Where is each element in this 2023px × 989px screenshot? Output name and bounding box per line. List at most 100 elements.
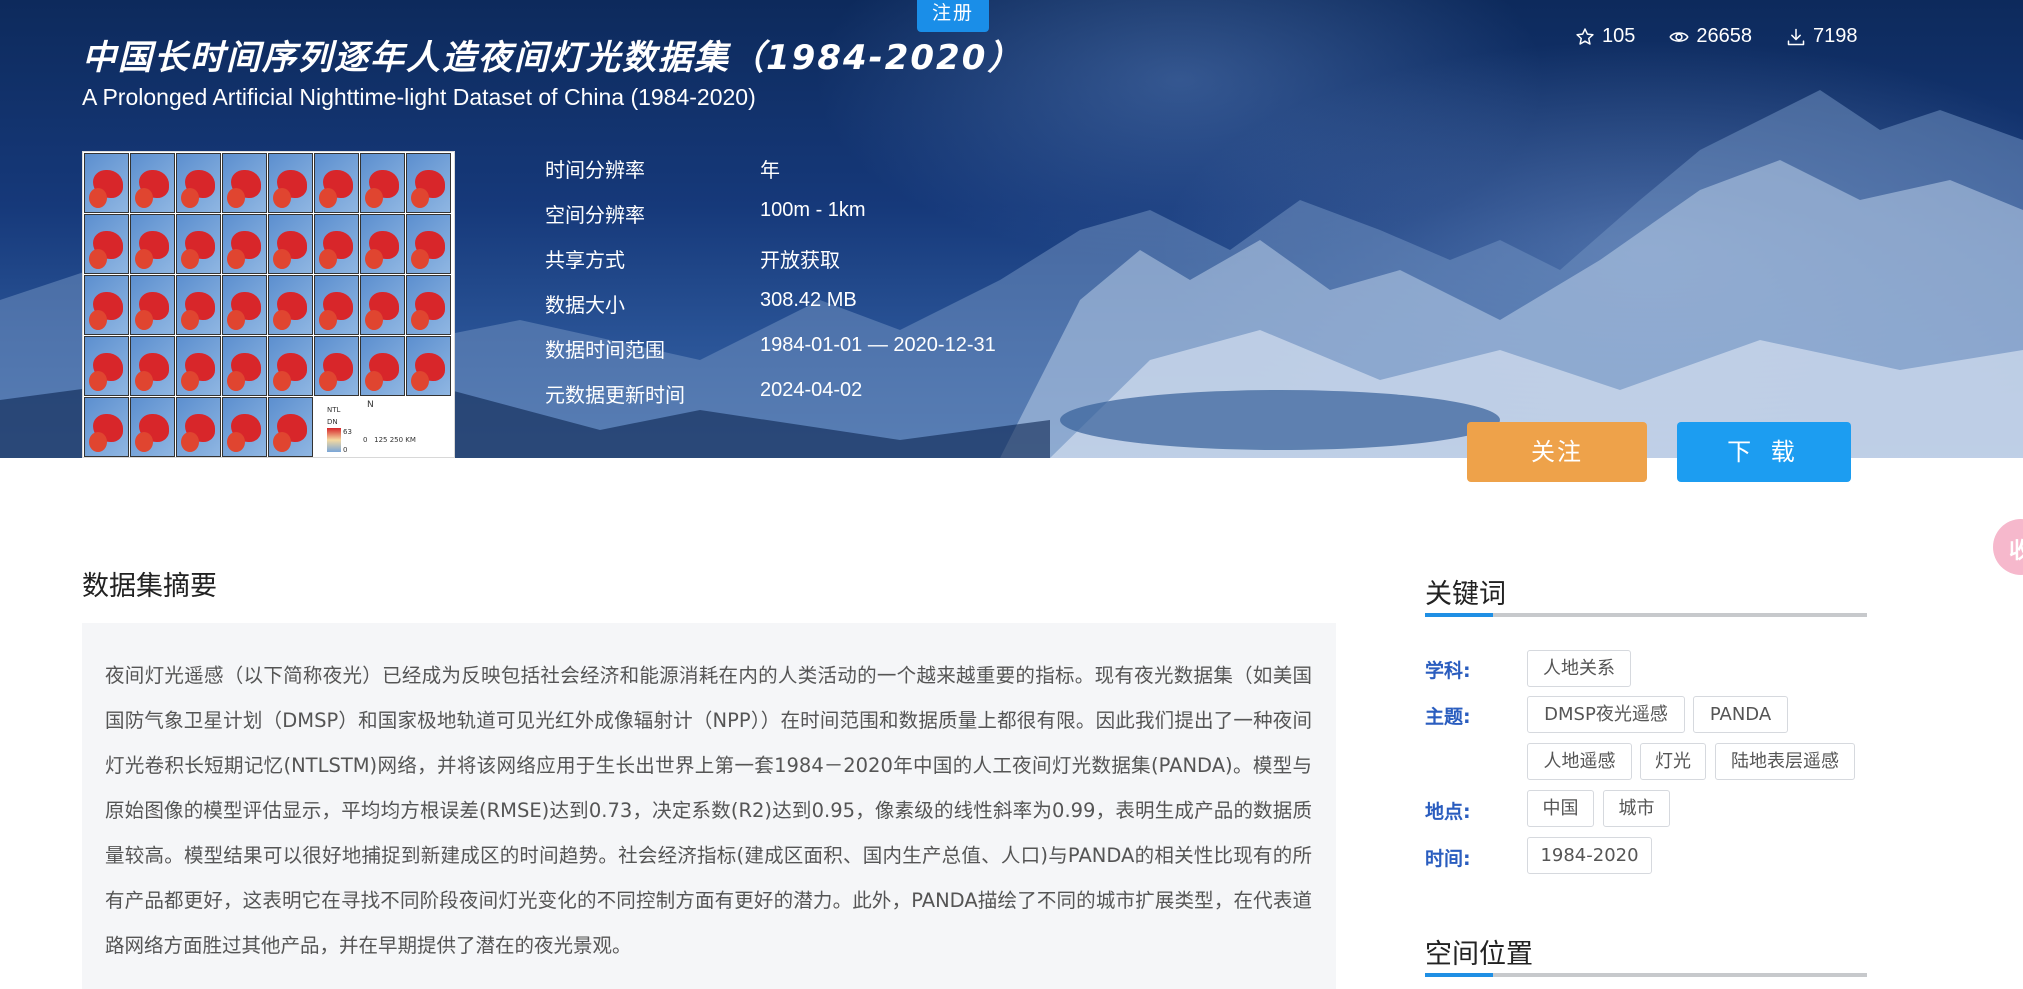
thumbnail-map-tile bbox=[314, 214, 359, 274]
thumbnail-blob bbox=[181, 249, 199, 269]
thumbnail-blob bbox=[319, 310, 337, 330]
thumbnail-blob bbox=[411, 371, 429, 391]
page: 注册 中国长时间序列逐年人造夜间灯光数据集（1984-2020） A Prolo… bbox=[0, 0, 2023, 989]
theme-label: 主题: bbox=[1425, 706, 1471, 728]
thumbnail-map-tile bbox=[268, 153, 313, 213]
thumbnail-blob bbox=[319, 188, 337, 208]
meta-label: 共享方式 bbox=[545, 248, 625, 272]
thumbnail-map-tile bbox=[314, 275, 359, 335]
thumbnail-map-tile bbox=[360, 214, 405, 274]
meta-label: 数据大小 bbox=[545, 293, 625, 317]
thumbnail-blob bbox=[227, 249, 245, 269]
star-count-value: 105 bbox=[1602, 25, 1636, 47]
meta-value: 308.42 MB bbox=[760, 289, 857, 311]
thumbnail-map-tile bbox=[360, 153, 405, 213]
meta-value: 100m - 1km bbox=[760, 199, 866, 221]
keyword-tag[interactable]: 城市 bbox=[1603, 790, 1670, 827]
meta-value: 1984-01-01 — 2020-12-31 bbox=[760, 334, 996, 356]
thumbnail-map-tile bbox=[268, 275, 313, 335]
thumbnail-blob bbox=[89, 249, 107, 269]
scale-bar: 0 125 250 KM bbox=[363, 436, 416, 444]
thumbnail-map-tile bbox=[84, 397, 129, 457]
meta-label: 空间分辨率 bbox=[545, 203, 645, 227]
spatial-location-underline bbox=[1425, 973, 1867, 977]
view-count: 26658 bbox=[1669, 25, 1752, 48]
keywords-underline bbox=[1425, 613, 1867, 617]
register-button[interactable]: 注册 bbox=[917, 0, 989, 32]
thumbnail-blob bbox=[227, 432, 245, 452]
keyword-tag[interactable]: 灯光 bbox=[1640, 743, 1706, 780]
keyword-tag[interactable]: 中国 bbox=[1527, 790, 1594, 827]
thumbnail-map-tile bbox=[406, 336, 451, 396]
keyword-tag[interactable]: DMSP夜光遥感 bbox=[1527, 696, 1685, 733]
thumbnail-blob bbox=[89, 188, 107, 208]
meta-label: 数据时间范围 bbox=[545, 338, 665, 362]
thumbnail-map-tile bbox=[360, 336, 405, 396]
thumbnail-blob bbox=[227, 371, 245, 391]
meta-value: 开放获取 bbox=[760, 250, 840, 272]
keyword-tag[interactable]: 人地关系 bbox=[1527, 650, 1631, 687]
dataset-title-cn: 中国长时间序列逐年人造夜间灯光数据集（1984-2020） bbox=[82, 38, 1024, 78]
time-label: 时间: bbox=[1425, 848, 1471, 870]
abstract-box: 夜间灯光遥感（以下简称夜光）已经成为反映包括社会经济和能源消耗在内的人类活动的一… bbox=[82, 623, 1336, 989]
legend-color-bar bbox=[327, 428, 341, 452]
thumbnail-map-tile bbox=[314, 153, 359, 213]
download-icon bbox=[1787, 28, 1805, 45]
thumbnail-blob bbox=[135, 249, 153, 269]
thumbnail-map-tile bbox=[84, 275, 129, 335]
thumbnail-blob bbox=[181, 188, 199, 208]
floating-helper-button[interactable]: 收 bbox=[1993, 519, 2023, 575]
thumbnail-blob bbox=[365, 310, 383, 330]
thumbnail-blob bbox=[135, 432, 153, 452]
thumbnail-blob bbox=[135, 310, 153, 330]
legend-max: 63 bbox=[343, 428, 352, 436]
keyword-tag[interactable]: PANDA bbox=[1693, 696, 1788, 733]
keyword-tag[interactable]: 陆地表层遥感 bbox=[1715, 743, 1855, 780]
eye-icon bbox=[1669, 31, 1689, 42]
thumbnail-blob bbox=[273, 249, 291, 269]
download-button[interactable]: 下 载 bbox=[1677, 422, 1851, 482]
legend-title: NTL bbox=[327, 406, 341, 414]
legend-min: 0 bbox=[343, 446, 348, 454]
thumbnail-map-tile bbox=[176, 153, 221, 213]
meta-label: 元数据更新时间 bbox=[545, 383, 685, 407]
abstract-title: 数据集摘要 bbox=[82, 571, 217, 602]
thumbnail-blob bbox=[181, 310, 199, 330]
thumbnail-blob bbox=[227, 310, 245, 330]
thumbnail-map-tile bbox=[406, 153, 451, 213]
download-count-value: 7198 bbox=[1813, 25, 1858, 47]
dataset-thumbnail[interactable]: NTL DN 63 0 N 0 125 250 KM bbox=[82, 151, 455, 458]
thumbnail-map-tile bbox=[222, 153, 267, 213]
thumbnail-map-tile bbox=[268, 214, 313, 274]
star-count[interactable]: 105 bbox=[1575, 25, 1635, 48]
thumbnail-map-tile bbox=[130, 153, 175, 213]
thumbnail-blob bbox=[89, 371, 107, 391]
thumbnail-map-tile bbox=[222, 275, 267, 335]
spatial-location-title: 空间位置 bbox=[1425, 939, 1533, 970]
thumbnail-map-tile bbox=[176, 214, 221, 274]
thumbnail-map-tile bbox=[84, 214, 129, 274]
meta-label: 时间分辨率 bbox=[545, 158, 645, 182]
thumbnail-map-tile bbox=[130, 214, 175, 274]
floating-helper-glyph: 收 bbox=[2009, 539, 2023, 564]
north-arrow: N bbox=[367, 400, 374, 410]
thumbnail-blob bbox=[181, 432, 199, 452]
thumbnail-blob bbox=[319, 249, 337, 269]
keywords-title: 关键词 bbox=[1425, 579, 1506, 610]
thumbnail-map-tile bbox=[176, 275, 221, 335]
keyword-tag[interactable]: 人地遥感 bbox=[1527, 743, 1632, 780]
dataset-title-en: A Prolonged Artificial Nighttime-light D… bbox=[82, 84, 756, 110]
map-legend: NTL DN 63 0 N 0 125 250 KM bbox=[319, 400, 449, 454]
star-icon bbox=[1576, 27, 1594, 45]
hero-banner: 注册 中国长时间序列逐年人造夜间灯光数据集（1984-2020） A Prolo… bbox=[0, 0, 2023, 458]
thumbnail-map-tile bbox=[268, 397, 313, 457]
download-count: 7198 bbox=[1786, 25, 1858, 48]
thumbnail-map-tile bbox=[130, 336, 175, 396]
thumbnail-blob bbox=[273, 432, 291, 452]
thumbnail-blob bbox=[411, 188, 429, 208]
meta-value: 年 bbox=[760, 160, 780, 182]
keyword-tag[interactable]: 1984-2020 bbox=[1527, 837, 1652, 874]
thumbnail-map-tile bbox=[84, 336, 129, 396]
follow-button[interactable]: 关注 bbox=[1467, 422, 1647, 482]
view-count-value: 26658 bbox=[1696, 25, 1752, 47]
